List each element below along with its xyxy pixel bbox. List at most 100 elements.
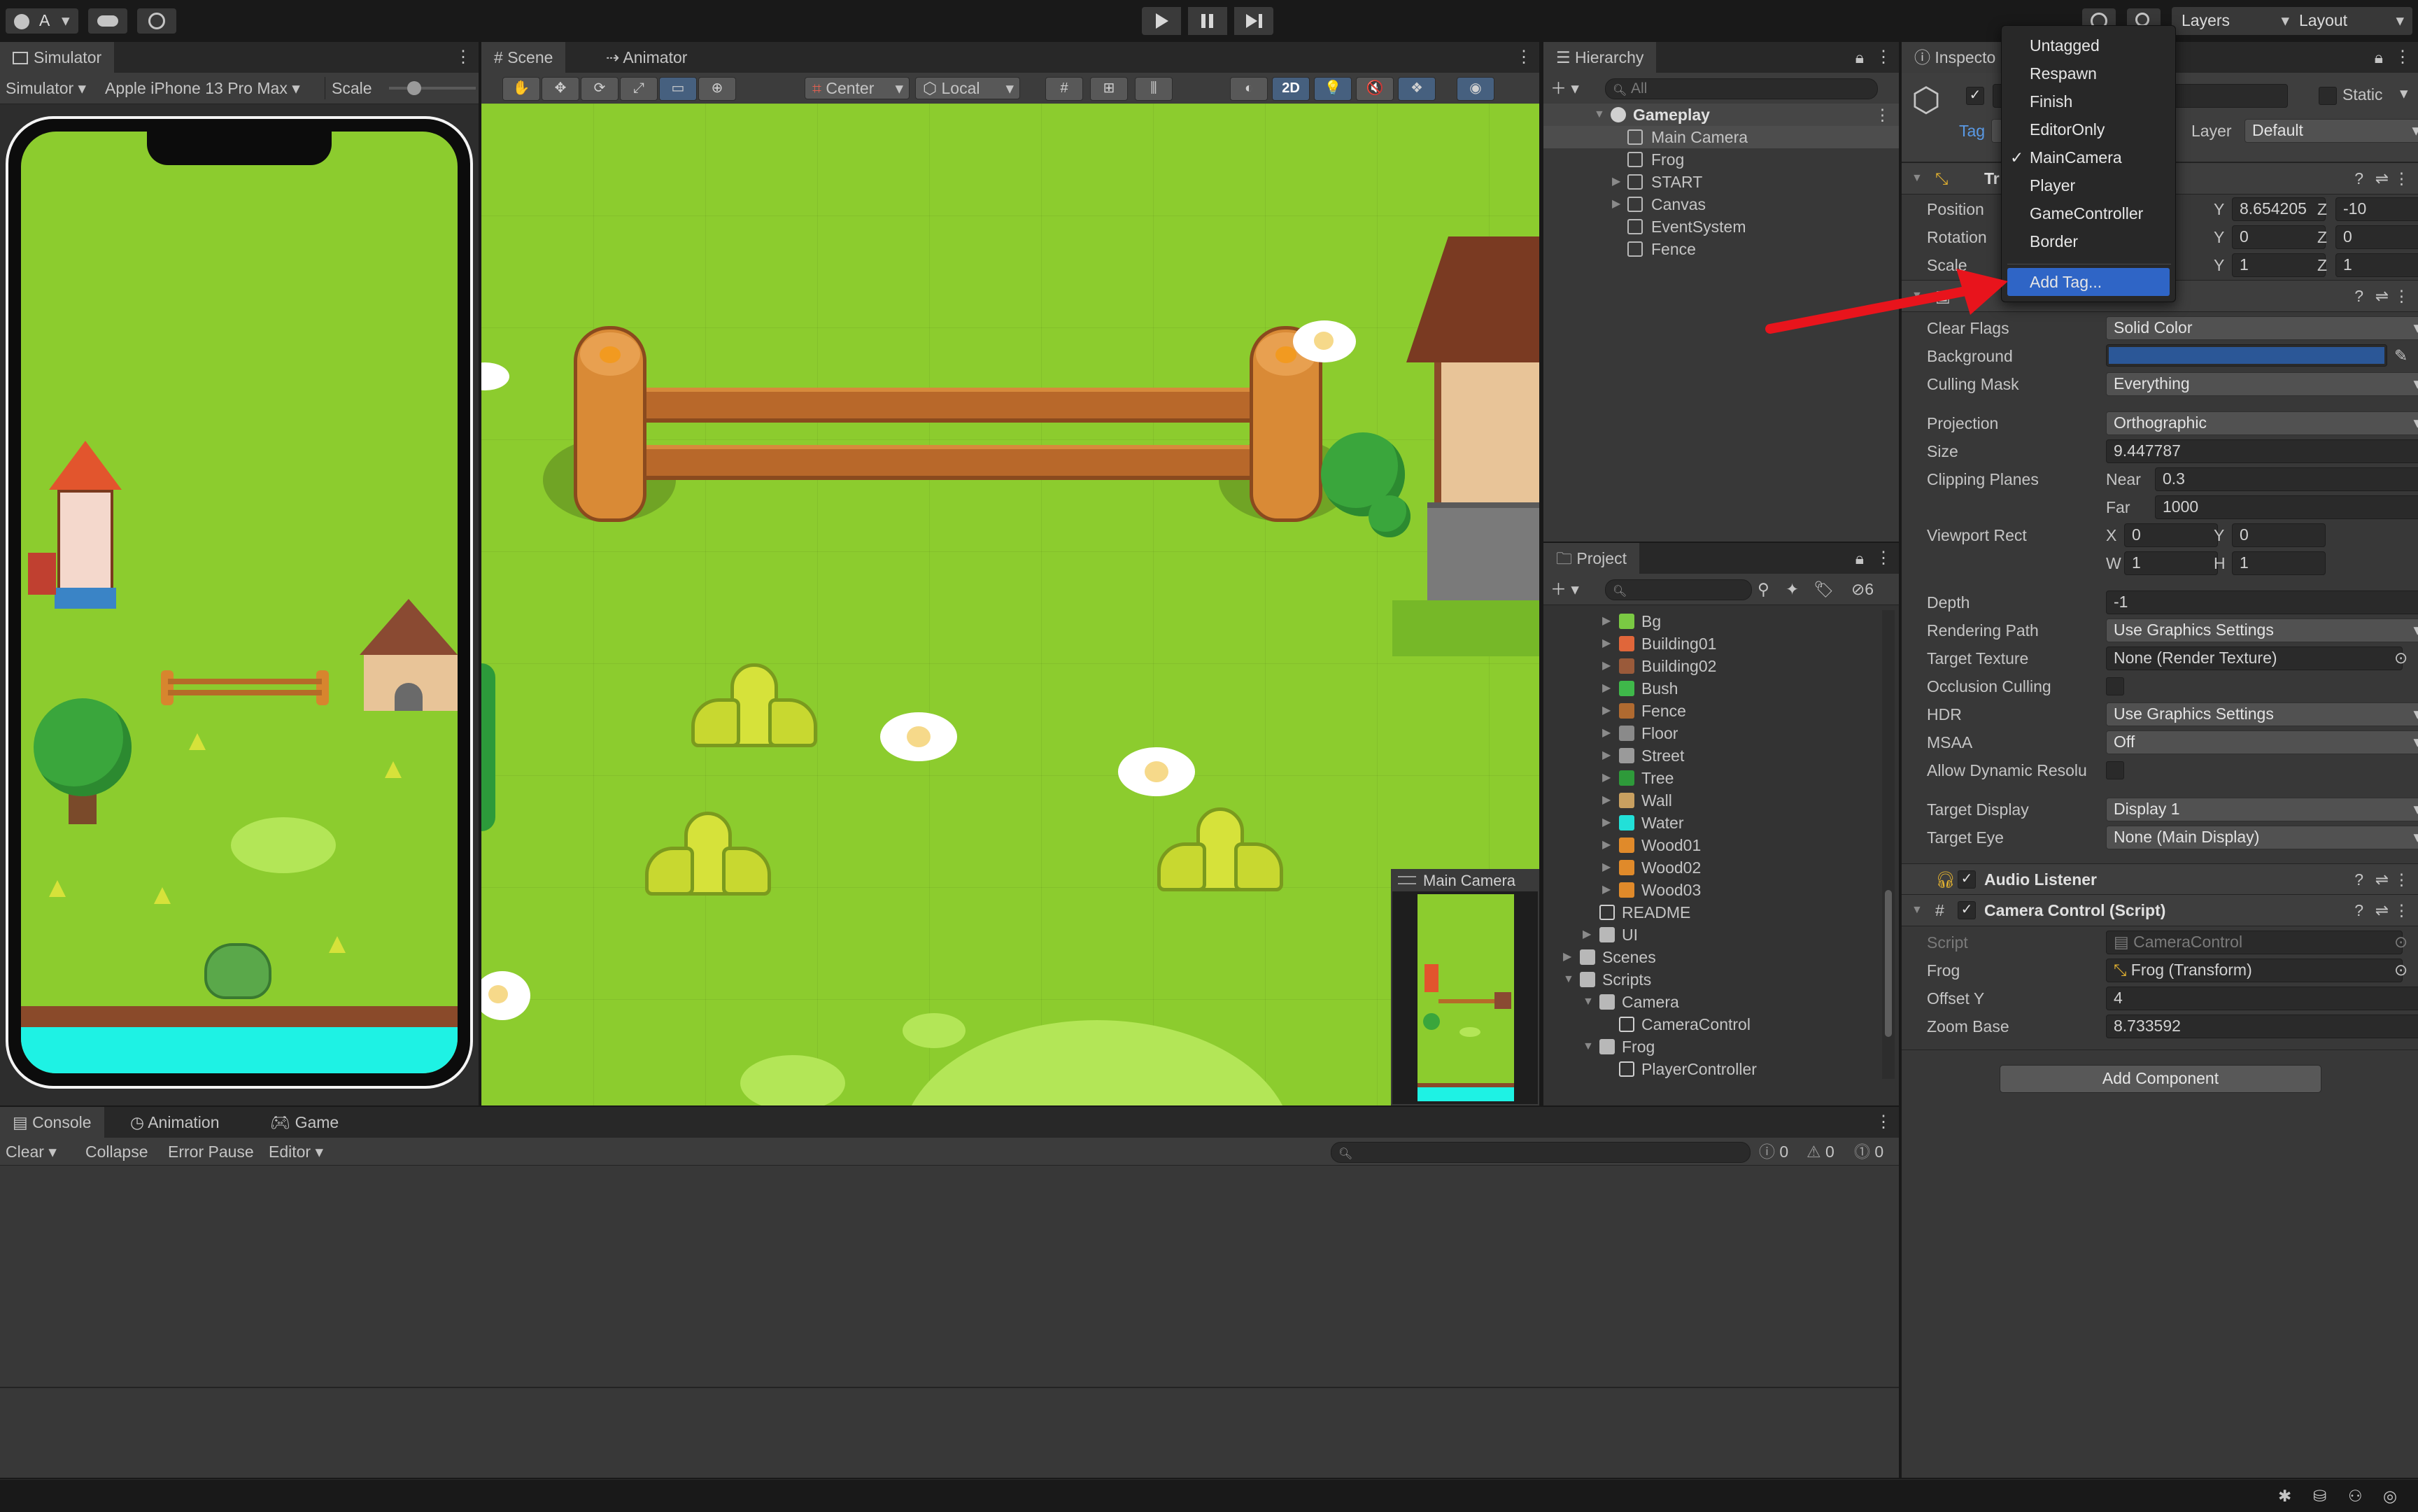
depth-field[interactable]: -1 (2106, 591, 2418, 614)
expand-arrow-icon[interactable]: ▼ (1594, 104, 1605, 126)
project-item[interactable]: ▶ Scenes (1543, 946, 1879, 968)
expand-arrow-icon[interactable]: ▶ (1602, 789, 1611, 812)
expand-arrow-icon[interactable]: ▼ (1583, 1036, 1594, 1058)
zoom-base-field[interactable]: 8.733592 (2106, 1015, 2418, 1038)
camera-control-checkbox[interactable]: ✓ (1958, 901, 1976, 919)
expand-arrow-icon[interactable]: ▶ (1602, 879, 1611, 901)
lock-icon[interactable]: 🔒︎ (1855, 42, 1864, 73)
grid-snap-button[interactable]: # (1045, 77, 1083, 101)
collab-button[interactable] (137, 8, 176, 34)
expand-arrow-icon[interactable]: ▶ (1563, 946, 1571, 968)
hierarchy-item[interactable]: ▶ START (1543, 171, 1899, 193)
expand-arrow-icon[interactable]: ▶ (1602, 610, 1611, 633)
eyedropper-icon[interactable]: ✎ (2394, 344, 2408, 367)
object-picker-icon[interactable]: ⊙ (2394, 959, 2408, 981)
hand-tool-button[interactable]: ✋ (502, 77, 540, 101)
rendering-path-dropdown[interactable]: Use Graphics Settings (2106, 619, 2418, 642)
project-item[interactable]: ▶ Wood02 (1543, 856, 1879, 879)
more-options-icon[interactable]: ⋮ (455, 42, 472, 73)
cloud-button[interactable] (88, 8, 127, 34)
pause-button[interactable] (1188, 7, 1227, 35)
project-item[interactable]: ▶ Street (1543, 744, 1879, 767)
warning-toggle[interactable]: ⚠ 0 (1807, 1138, 1834, 1166)
object-picker-icon[interactable]: ⊙ (2394, 647, 2408, 669)
project-item[interactable]: CameraControl (1543, 1013, 1879, 1036)
tab-console[interactable]: ▤ Console (0, 1107, 104, 1138)
snap-increment-button[interactable]: ⊞ (1090, 77, 1128, 101)
expand-arrow-icon[interactable]: ▶ (1602, 812, 1611, 834)
project-search-input[interactable]: 🔍︎ (1605, 579, 1752, 600)
rotation-z-field[interactable]: 0 (2335, 225, 2418, 249)
expand-arrow-icon[interactable]: ▶ (1602, 700, 1611, 722)
label-icon[interactable]: 🏷︎ (1814, 578, 1834, 600)
device-dropdown[interactable]: Apple iPhone 13 Pro Max ▾ (105, 77, 300, 99)
viewport-x-field[interactable]: 0 (2124, 523, 2218, 547)
tab-project[interactable]: 🗀 Project (1543, 543, 1639, 574)
viewport-h-field[interactable]: 1 (2232, 551, 2326, 575)
project-item[interactable]: ▶ Building02 (1543, 655, 1879, 677)
expand-arrow-icon[interactable]: ▶ (1612, 171, 1620, 193)
active-checkbox[interactable]: ✓ (1966, 87, 1984, 105)
expand-arrow-icon[interactable]: ▶ (1602, 744, 1611, 767)
project-item[interactable]: ▶ Water (1543, 812, 1879, 834)
console-log-area[interactable] (0, 1166, 1899, 1387)
position-z-field[interactable]: -10 (2335, 197, 2418, 221)
hdr-dropdown[interactable]: Use Graphics Settings (2106, 702, 2418, 726)
add-component-button[interactable]: Add Component (2000, 1065, 2321, 1093)
lighting-button[interactable]: 💡 (1314, 77, 1352, 101)
project-item[interactable]: ▼ Scripts (1543, 968, 1879, 991)
device-screen[interactable] (21, 132, 458, 1073)
presets-icon[interactable]: ⇌ (2375, 864, 2389, 895)
project-item[interactable]: ▶ Wood03 (1543, 879, 1879, 901)
culling-mask-dropdown[interactable]: Everything (2106, 372, 2418, 396)
space-dropdown[interactable]: ⬡ Local ▾ (915, 77, 1020, 99)
clear-flags-dropdown[interactable]: Solid Color (2106, 316, 2418, 340)
foldout-arrow-icon[interactable]: ▼ (1911, 163, 1923, 194)
hidden-packages-toggle[interactable]: ⊘6 (1851, 578, 1874, 600)
scale-slider-handle[interactable] (407, 81, 421, 95)
expand-arrow-icon[interactable]: ▶ (1602, 722, 1611, 744)
project-item[interactable]: ▼ Frog (1543, 1036, 1879, 1058)
expand-arrow-icon[interactable]: ▼ (1563, 968, 1574, 991)
projection-dropdown[interactable]: Orthographic (2106, 411, 2418, 435)
help-icon[interactable]: ? (2354, 163, 2363, 194)
project-item[interactable]: ▶ Building01 (1543, 633, 1879, 655)
layers-dropdown[interactable]: Layers ▾ (2172, 7, 2298, 35)
expand-arrow-icon[interactable]: ▶ (1612, 193, 1620, 216)
collapse-button[interactable]: Collapse (85, 1138, 148, 1166)
viewport-w-field[interactable]: 1 (2124, 551, 2218, 575)
cache-icon[interactable]: ⛁ (2313, 1480, 2326, 1512)
dynamic-resolution-checkbox[interactable] (2106, 761, 2124, 779)
msaa-dropdown[interactable]: Off (2106, 730, 2418, 754)
tab-inspector[interactable]: ⓘ Inspecto (1902, 42, 2009, 73)
offset-y-field[interactable]: 4 (2106, 987, 2418, 1010)
lock-icon[interactable]: 🔒︎ (2375, 42, 2383, 73)
console-detail-area[interactable] (0, 1388, 1899, 1478)
tag-menu-item[interactable]: Player (2002, 171, 2175, 199)
align-button[interactable]: ⫼ (1135, 77, 1173, 101)
hierarchy-item[interactable]: EventSystem (1543, 216, 1899, 238)
presets-icon[interactable]: ⇌ (2375, 163, 2389, 194)
visibility-button[interactable]: ◉ (1457, 77, 1494, 101)
scale-tool-button[interactable]: ⤢ (620, 77, 658, 101)
progress-icon[interactable]: ◎ (2383, 1480, 2397, 1512)
more-options-icon[interactable]: ⋮ (1515, 42, 1532, 73)
tab-animator[interactable]: ⇢ Animator (593, 42, 700, 73)
chevron-down-icon[interactable]: ▾ (2400, 84, 2408, 103)
hierarchy-item[interactable]: Frog (1543, 148, 1899, 171)
more-options-icon[interactable]: ⋮ (2394, 895, 2410, 926)
tag-menu-item[interactable]: Finish (2002, 87, 2175, 115)
camera-preview[interactable]: Main Camera (1391, 869, 1539, 1105)
foldout-arrow-icon[interactable]: ▼ (1911, 895, 1923, 926)
scene-viewport[interactable]: Main Camera (481, 104, 1539, 1105)
project-item[interactable]: ▶ UI (1543, 924, 1879, 946)
project-item[interactable]: ▶ Tree (1543, 767, 1879, 789)
error-pause-button[interactable]: Error Pause (168, 1138, 254, 1166)
scale-z-field[interactable]: 1 (2335, 253, 2418, 277)
tab-hierarchy[interactable]: ☰ Hierarchy (1543, 42, 1657, 73)
scene-root[interactable]: ▼ Gameplay ⋮ (1543, 104, 1899, 126)
project-item[interactable]: ▼ Camera (1543, 991, 1879, 1013)
tab-simulator[interactable]: Simulator (0, 42, 115, 73)
create-button[interactable]: ＋ ▾ (1550, 77, 1579, 99)
network-icon[interactable]: ⚇ (2348, 1480, 2363, 1512)
